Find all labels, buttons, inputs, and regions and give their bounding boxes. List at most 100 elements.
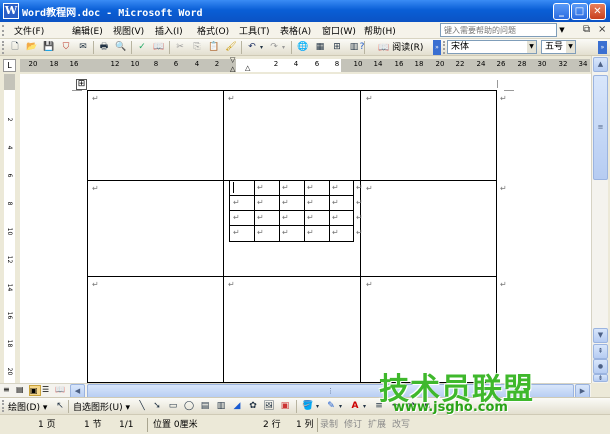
- textbox-icon[interactable]: ▤: [198, 400, 212, 413]
- undo-dropdown-icon[interactable]: ▾: [258, 41, 265, 54]
- print-layout-icon[interactable]: ▣: [29, 385, 41, 396]
- permission-icon[interactable]: ⛉: [59, 41, 73, 54]
- font-name-select[interactable]: 宋体: [447, 40, 537, 54]
- menu-help[interactable]: 帮助(H): [364, 24, 396, 37]
- menu-file[interactable]: 文件(F): [14, 24, 44, 37]
- paste-icon[interactable]: 📋: [207, 41, 221, 54]
- tab-selector-button[interactable]: L: [3, 59, 16, 72]
- document-area[interactable]: ⊞ ↵ ↵ ↵ ↵ ↵ ↵ ↵ ↵ ↵ ↵ ↵ ↵ ↵ ↵ ↵ ↵ ↵ ↵ ↵ ↵ ↵ ↵ ↵ ↵ ↵ ↵ ↵ ↵ ↵ ↵ ↵ ↵ ↵ ↵: [20, 74, 591, 383]
- save-icon[interactable]: 💾: [42, 41, 56, 54]
- select-browse-object-icon[interactable]: ●: [593, 359, 608, 374]
- reading-layout-button[interactable]: 📖 阅读(R): [374, 40, 427, 55]
- rectangle-icon[interactable]: ▭: [166, 400, 180, 413]
- vruler-number: 2: [6, 117, 13, 122]
- print-icon[interactable]: 🖶: [97, 41, 111, 54]
- ruler-number: 2: [273, 60, 279, 68]
- menu-table[interactable]: 表格(A): [280, 24, 311, 37]
- first-line-indent-icon[interactable]: ▽: [230, 57, 238, 64]
- line-color-dropdown-icon[interactable]: ▾: [337, 400, 344, 413]
- right-indent-icon[interactable]: △: [245, 64, 253, 72]
- format-options-icon[interactable]: »: [598, 41, 607, 54]
- maximize-button[interactable]: □: [571, 3, 588, 20]
- vruler-number: 4: [6, 145, 13, 150]
- open-icon[interactable]: 📂: [25, 41, 39, 54]
- reading-view-icon[interactable]: 📖: [55, 385, 67, 396]
- help-search-input[interactable]: [440, 23, 557, 37]
- ruler-number: 12: [110, 60, 120, 68]
- select-objects-icon[interactable]: ↖: [53, 400, 67, 413]
- insert-picture-icon[interactable]: ▣: [278, 400, 292, 413]
- new-icon[interactable]: 🗋: [8, 41, 22, 54]
- menu-window[interactable]: 窗口(W): [322, 24, 356, 37]
- close-button[interactable]: ✕: [589, 3, 606, 20]
- toolbar-separator: [68, 400, 69, 413]
- font-color-dropdown-icon[interactable]: ▾: [361, 400, 368, 413]
- scroll-up-icon[interactable]: ▲: [593, 57, 608, 72]
- scroll-down-icon[interactable]: ▼: [593, 328, 608, 343]
- redo-dropdown-icon[interactable]: ▾: [280, 41, 287, 54]
- fill-color-icon[interactable]: 🪣: [301, 400, 315, 413]
- status-rec[interactable]: 录制: [320, 418, 338, 432]
- research-icon[interactable]: 📖: [152, 41, 166, 54]
- menu-view[interactable]: 视图(V): [113, 24, 144, 37]
- clipart-icon[interactable]: 🖼: [262, 400, 276, 413]
- status-trk[interactable]: 修订: [344, 418, 362, 432]
- status-ext[interactable]: 扩展: [368, 418, 386, 432]
- table-move-handle-icon[interactable]: ⊞: [76, 79, 87, 90]
- spelling-icon[interactable]: ✓: [135, 41, 149, 54]
- email-icon[interactable]: ✉: [76, 41, 90, 54]
- menu-edit[interactable]: 编辑(E): [72, 24, 103, 37]
- ruler-number: 4: [293, 60, 299, 68]
- doc-restore-icon[interactable]: ⧉: [583, 24, 590, 35]
- next-page-icon[interactable]: ⇟: [593, 374, 608, 382]
- line-color-icon[interactable]: ✎: [324, 400, 338, 413]
- diagram-icon[interactable]: ✿: [246, 400, 260, 413]
- toolbar-grip[interactable]: [2, 41, 5, 54]
- oval-icon[interactable]: ◯: [182, 400, 196, 413]
- autoshapes-button[interactable]: 自选图形(U) ▾: [73, 400, 130, 413]
- word-app-icon[interactable]: W: [3, 3, 19, 19]
- undo-icon[interactable]: ↶: [245, 41, 259, 54]
- redo-icon[interactable]: ↷: [267, 41, 281, 54]
- help-dropdown-icon[interactable]: ▼: [557, 23, 567, 37]
- vertical-ruler[interactable]: 2 4 6 8 10 12 14 16 18 20: [0, 74, 18, 383]
- cut-icon[interactable]: ✂: [173, 41, 187, 54]
- horizontal-ruler[interactable]: 20 18 16 12 10 8 6 4 2 2 4 6 8 10 14 16 18 20 22 24 26 28 30 32…: [20, 59, 590, 72]
- draw-menu-label: 绘图(D): [8, 403, 40, 413]
- ruler-number: 6: [173, 60, 179, 68]
- print-preview-icon[interactable]: 🔍: [114, 41, 128, 54]
- format-painter-icon[interactable]: 🖌: [224, 41, 238, 54]
- tables-borders-icon[interactable]: ▦: [313, 41, 327, 54]
- font-dropdown-icon[interactable]: ▼: [527, 41, 536, 53]
- drawing-toolbar-grip[interactable]: [2, 400, 5, 412]
- vertical-textbox-icon[interactable]: ▥: [214, 400, 228, 413]
- draw-menu-button[interactable]: 绘图(D) ▾: [8, 400, 47, 413]
- scroll-thumb[interactable]: ≡: [593, 75, 608, 180]
- font-color-icon[interactable]: A: [348, 400, 362, 413]
- toolbar-options-icon[interactable]: »: [433, 40, 441, 55]
- menu-insert[interactable]: 插入(I): [155, 24, 183, 37]
- normal-view-icon[interactable]: ≡: [3, 385, 15, 396]
- wordart-icon[interactable]: ◢: [230, 400, 244, 413]
- insert-table-icon[interactable]: ⊞: [330, 41, 344, 54]
- paragraph-mark: ↵: [500, 94, 507, 103]
- line-icon[interactable]: ╲: [135, 400, 149, 413]
- menu-grip[interactable]: [2, 25, 5, 36]
- size-dropdown-icon[interactable]: ▼: [566, 41, 575, 53]
- help-icon[interactable]: ?: [355, 41, 369, 54]
- previous-page-icon[interactable]: ⇞: [593, 344, 608, 359]
- copy-icon[interactable]: ⎘: [190, 41, 204, 54]
- menu-format[interactable]: 格式(O): [197, 24, 229, 37]
- hyperlink-icon[interactable]: 🌐: [296, 41, 310, 54]
- minimize-button[interactable]: _: [553, 3, 570, 20]
- status-ovr[interactable]: 改写: [392, 418, 410, 432]
- format-toolbar-grip[interactable]: [443, 41, 446, 54]
- fill-color-dropdown-icon[interactable]: ▾: [314, 400, 321, 413]
- vertical-scrollbar[interactable]: ▲ ≡ ▼ ⇞ ● ⇟: [591, 56, 608, 383]
- hanging-indent-icon[interactable]: △: [230, 65, 238, 73]
- doc-close-icon[interactable]: ×: [598, 24, 606, 35]
- arrow-icon[interactable]: ➘: [150, 400, 164, 413]
- menu-tools[interactable]: 工具(T): [239, 24, 270, 37]
- web-layout-icon[interactable]: ▤: [16, 385, 28, 396]
- outline-view-icon[interactable]: ☰: [42, 385, 54, 396]
